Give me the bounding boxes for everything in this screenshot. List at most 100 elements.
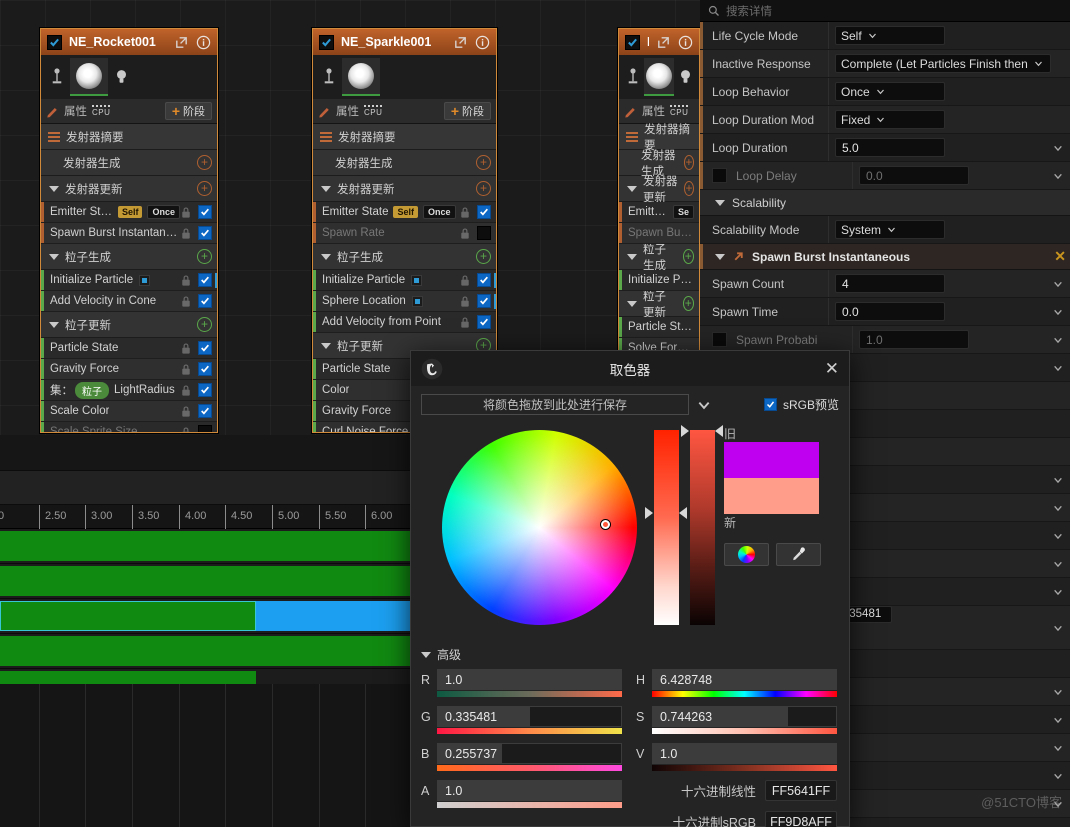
module-enable-checkbox[interactable] bbox=[198, 226, 212, 240]
chevron-down-icon[interactable] bbox=[1053, 143, 1063, 153]
channel-gradient-track[interactable] bbox=[437, 728, 622, 734]
color-wheel-mode-button[interactable] bbox=[724, 543, 769, 566]
group-row[interactable]: 发射器更新 + bbox=[619, 176, 699, 204]
add-stage-button[interactable]: + 阶段 bbox=[443, 102, 491, 120]
remove-module-icon[interactable]: ✕ bbox=[1054, 248, 1066, 265]
info-icon[interactable] bbox=[678, 35, 693, 50]
emitter-properties-bar[interactable]: 属性 CPU + 阶段 bbox=[41, 99, 217, 124]
detail-input[interactable]: 0.0 bbox=[859, 166, 969, 185]
detail-dropdown[interactable]: Self bbox=[835, 26, 945, 45]
group-row[interactable]: 粒子生成 + bbox=[619, 244, 699, 272]
chevron-down-icon[interactable] bbox=[1053, 559, 1063, 569]
search-bar[interactable]: 搜索详情 bbox=[700, 0, 1070, 22]
channel-input[interactable]: 0.255737 bbox=[437, 743, 622, 764]
module-row[interactable]: Particle State bbox=[619, 317, 699, 338]
emitter-header[interactable]: NE_BigR bbox=[619, 29, 699, 55]
hex-srgb-value[interactable]: FF9D8AFF bbox=[765, 811, 837, 827]
timeline-track[interactable] bbox=[0, 564, 420, 599]
timeline-segment[interactable] bbox=[0, 531, 410, 561]
srgb-checkbox[interactable] bbox=[763, 398, 777, 411]
module-row[interactable]: Scale Sprite Size bbox=[41, 422, 217, 432]
add-module-button[interactable]: + bbox=[683, 155, 694, 170]
rgba-a-slot[interactable]: A 1.0 bbox=[421, 780, 622, 808]
module-enable-checkbox[interactable] bbox=[477, 226, 491, 240]
module-enable-checkbox[interactable] bbox=[477, 315, 491, 329]
emitter-light-thumbnail[interactable] bbox=[677, 62, 693, 92]
chevron-down-icon[interactable] bbox=[1053, 503, 1063, 513]
emitter-thumbnail-bar[interactable] bbox=[313, 55, 496, 99]
detail-row[interactable]: Inactive Response Complete (Let Particles… bbox=[700, 50, 1070, 78]
detail-row[interactable]: Scalability Mode System bbox=[700, 216, 1070, 244]
triangle-down-icon[interactable] bbox=[321, 253, 331, 260]
dialog-titlebar[interactable]: 取色器 ✕ bbox=[411, 351, 849, 386]
timeline-segment[interactable] bbox=[0, 601, 256, 631]
chevron-down-icon[interactable] bbox=[1053, 771, 1063, 781]
lock-icon[interactable] bbox=[180, 384, 192, 397]
row-toggle-box[interactable] bbox=[712, 168, 727, 183]
channel-input[interactable]: 0.335481 bbox=[437, 706, 622, 727]
emitter-header[interactable]: NE_Rocket001 bbox=[41, 29, 217, 55]
group-row[interactable]: 粒子更新 + bbox=[619, 291, 699, 319]
add-module-button[interactable]: + bbox=[476, 181, 491, 196]
detail-input[interactable]: 5.0 bbox=[835, 138, 945, 157]
timeline-track[interactable] bbox=[0, 599, 420, 634]
pencil-icon[interactable] bbox=[318, 105, 331, 118]
detail-row[interactable]: Spawn Time 0.0 bbox=[700, 298, 1070, 326]
pencil-icon[interactable] bbox=[624, 105, 637, 118]
emitter-sprite-thumbnail[interactable] bbox=[70, 58, 108, 96]
lock-icon[interactable] bbox=[180, 405, 192, 418]
lock-icon[interactable] bbox=[459, 316, 471, 329]
lock-icon[interactable] bbox=[180, 274, 192, 287]
timeline-tracks[interactable] bbox=[0, 529, 420, 704]
hsv-h-slot[interactable]: H 6.428748 bbox=[636, 669, 837, 697]
channel-input[interactable]: 1.0 bbox=[437, 780, 622, 801]
timeline-segment[interactable] bbox=[256, 601, 410, 631]
group-row[interactable]: 发射器生成 + bbox=[313, 150, 496, 176]
hex-linear-row[interactable]: 十六进制线性 FF5641FF bbox=[636, 780, 837, 801]
eyedropper-button[interactable] bbox=[776, 543, 821, 566]
module-enable-checkbox[interactable] bbox=[198, 362, 212, 376]
module-enable-checkbox[interactable] bbox=[198, 425, 212, 432]
info-icon[interactable] bbox=[196, 35, 211, 50]
triangle-down-icon[interactable] bbox=[627, 185, 637, 192]
triangle-down-icon[interactable] bbox=[321, 342, 331, 349]
lock-icon[interactable] bbox=[180, 363, 192, 376]
module-row[interactable]: Sphere Location bbox=[313, 291, 496, 312]
module-row[interactable]: Gravity Force bbox=[41, 359, 217, 380]
new-color-swatch[interactable] bbox=[724, 478, 819, 514]
add-module-button[interactable]: + bbox=[197, 155, 212, 170]
emitter-properties-bar[interactable]: 属性 CPU + 阶段 bbox=[313, 99, 496, 124]
section-scalability[interactable]: Scalability bbox=[700, 190, 1070, 216]
chevron-down-icon[interactable] bbox=[1053, 587, 1063, 597]
timeline-panel[interactable]: 02.503.003.504.004.505.005.506.006 bbox=[0, 435, 424, 827]
group-row[interactable]: 粒子生成 + bbox=[41, 244, 217, 270]
chevron-down-icon[interactable] bbox=[1053, 171, 1063, 181]
module-row[interactable]: Initialize Particl bbox=[619, 270, 699, 291]
emitter-node-rocket[interactable]: NE_Rocket001 属性 CPU + 阶段 发射器摘要 发射器生成 + 发射器更新 + Emi… bbox=[40, 28, 218, 433]
module-row[interactable]: Emitter State Self Once bbox=[313, 202, 496, 223]
triangle-down-icon[interactable] bbox=[715, 253, 725, 260]
detail-input[interactable]: 0.0 bbox=[835, 302, 945, 321]
saturation-marker-right[interactable] bbox=[679, 507, 687, 519]
open-external-icon[interactable] bbox=[174, 35, 189, 50]
group-row[interactable]: 发射器更新 + bbox=[313, 176, 496, 202]
detail-dropdown[interactable]: Once bbox=[835, 82, 945, 101]
detail-row[interactable]: Loop Duration 5.0 bbox=[700, 134, 1070, 162]
lock-icon[interactable] bbox=[180, 227, 192, 240]
rgba-r-slot[interactable]: R 1.0 bbox=[421, 669, 622, 697]
old-color-swatch[interactable] bbox=[724, 442, 819, 478]
detail-row[interactable]: Loop Delay 0.0 bbox=[700, 162, 1070, 190]
hex-srgb-row[interactable]: 十六进制sRGB FF9D8AFF bbox=[636, 811, 837, 827]
add-module-button[interactable]: + bbox=[197, 181, 212, 196]
open-external-icon[interactable] bbox=[656, 35, 671, 50]
module-row[interactable]: 集： 粒子 LightRadius bbox=[41, 380, 217, 401]
module-row[interactable]: Initialize Particle bbox=[313, 270, 496, 291]
timeline-track[interactable] bbox=[0, 634, 420, 669]
chevron-down-icon[interactable] bbox=[887, 225, 896, 234]
module-enable-checkbox[interactable] bbox=[198, 205, 212, 219]
module-row[interactable]: Emitter State Self Once bbox=[41, 202, 217, 223]
chevron-down-icon[interactable] bbox=[868, 31, 877, 40]
module-enable-checkbox[interactable] bbox=[198, 294, 212, 308]
channel-gradient-track[interactable] bbox=[437, 691, 622, 697]
detail-row[interactable]: Loop Behavior Once bbox=[700, 78, 1070, 106]
